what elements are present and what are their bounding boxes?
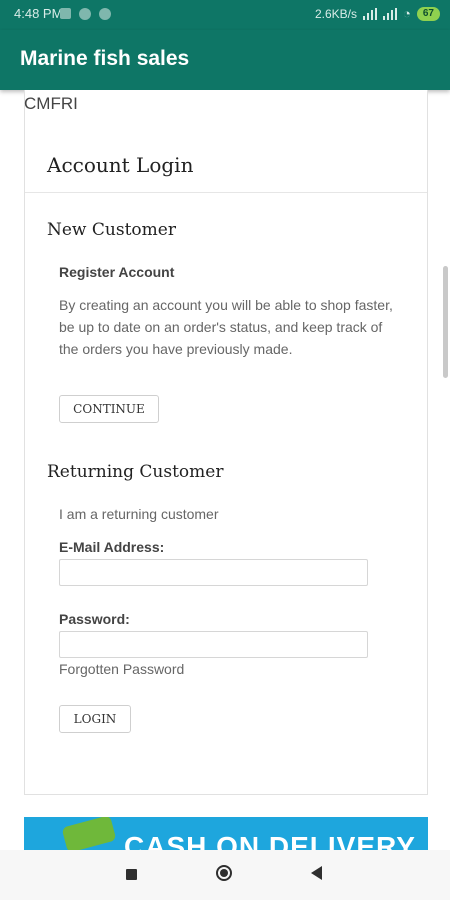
forgotten-password-link[interactable]: Forgotten Password	[59, 661, 184, 677]
chrome-notification-icon	[79, 8, 91, 20]
cash-icon	[61, 817, 117, 850]
notification-icons	[60, 8, 111, 20]
status-bar: 4:48 PM 2.6KB/s ◔ 67	[0, 0, 450, 30]
account-login-title: Account Login	[47, 153, 194, 177]
status-time: 4:48 PM	[14, 6, 63, 21]
signal-icon-2	[383, 7, 398, 20]
page-content[interactable]: CMFRI Account Login New Customer Registe…	[0, 90, 450, 850]
wifi-icon: ◔	[403, 6, 411, 21]
register-account-label: Register Account	[59, 264, 175, 280]
app-notification-icon	[99, 8, 111, 20]
banner-text: CASH ON DELIVERY	[124, 831, 416, 850]
app-title: Marine fish sales	[20, 47, 190, 70]
network-speed: 2.6KB/s	[314, 6, 358, 21]
signal-icon	[363, 7, 378, 20]
login-card	[24, 90, 428, 795]
email-field[interactable]	[59, 559, 368, 586]
returning-customer-subtext: I am a returning customer	[59, 506, 219, 522]
continue-button[interactable]: CONTINUE	[59, 395, 159, 423]
login-button[interactable]: LOGIN	[59, 705, 131, 733]
email-label: E-Mail Address:	[59, 539, 165, 555]
navigation-bar	[0, 850, 450, 900]
status-right: 2.6KB/s ◔ 67	[315, 6, 440, 21]
app-bar: Marine fish sales	[0, 30, 450, 90]
new-customer-heading: New Customer	[47, 220, 176, 240]
recents-button[interactable]	[126, 869, 137, 880]
battery-icon: 67	[416, 6, 440, 21]
back-button[interactable]	[311, 866, 322, 880]
password-field[interactable]	[59, 631, 368, 658]
scrollbar[interactable]	[443, 266, 448, 378]
partial-text: CMFRI	[24, 94, 78, 113]
register-description: By creating an account you will be able …	[59, 297, 393, 357]
facebook-notification-icon	[60, 8, 71, 19]
divider	[25, 192, 427, 193]
returning-customer-heading: Returning Customer	[47, 462, 224, 482]
password-label: Password:	[59, 611, 130, 627]
cash-on-delivery-banner[interactable]: CASH ON DELIVERY	[24, 817, 428, 850]
home-button[interactable]	[216, 865, 232, 881]
